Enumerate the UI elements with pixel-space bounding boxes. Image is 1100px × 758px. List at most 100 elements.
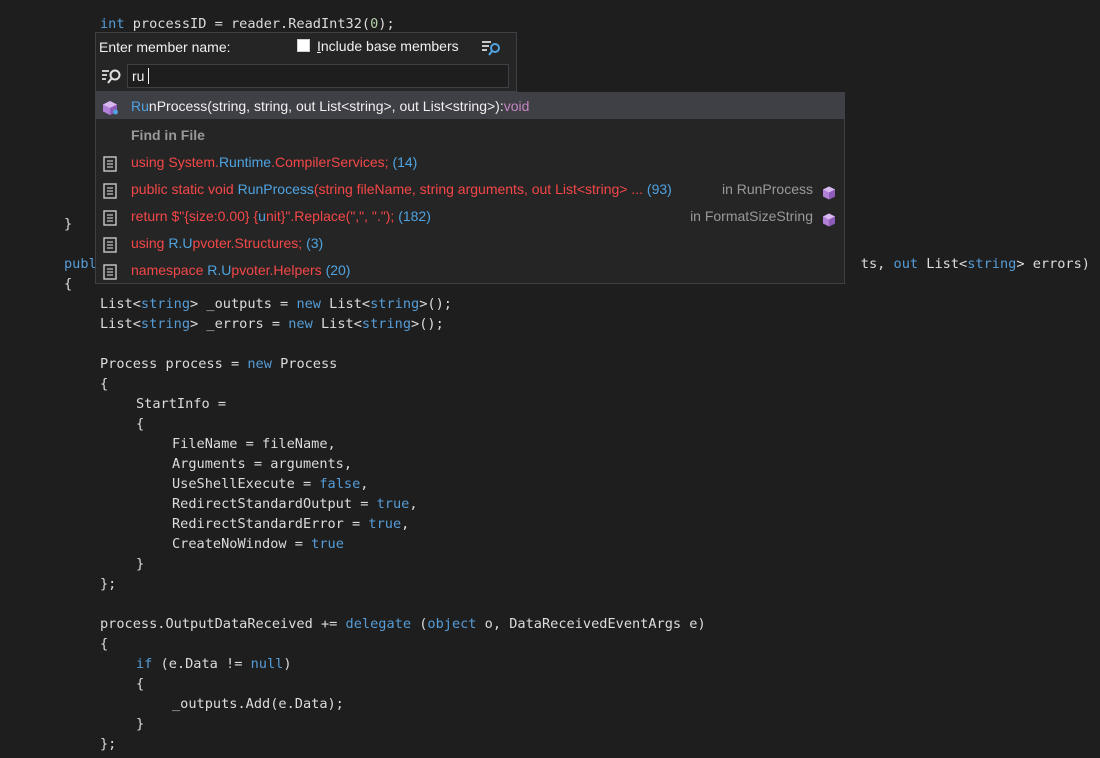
member-search-input[interactable] [127, 64, 509, 88]
code-token: (e.Data != [152, 656, 251, 672]
code-line: FileName = fileName, [172, 434, 336, 454]
result-file-line[interactable]: public static void RunProcess(string fil… [96, 176, 844, 202]
code-line: List<string> _errors = new List<string>(… [100, 314, 444, 334]
code-line: publ [64, 254, 97, 274]
result-line-text: using R.Upvoter.Structures; (3) [131, 230, 323, 256]
code-token: }; [100, 736, 117, 752]
text-caret [148, 68, 149, 84]
result-text-part: nit}".Replace(",", "."); [265, 208, 395, 224]
code-line: List<string> _outputs = new List<string>… [100, 294, 452, 314]
document-icon [102, 262, 120, 288]
code-token: string [370, 296, 420, 312]
code-token: out [893, 256, 919, 272]
code-token: } [136, 716, 145, 732]
code-token: FileName = fileName, [172, 436, 336, 452]
result-text-part: R.U [168, 235, 193, 251]
code-token: true [311, 536, 344, 552]
code-token: >(); [411, 316, 444, 332]
code-token: } [64, 216, 73, 232]
include-base-members-label[interactable]: Include base members [317, 38, 459, 54]
result-text-part: return $"{size:0.00} { [131, 208, 259, 224]
code-token: ts, [860, 256, 894, 272]
code-token: RedirectStandardOutput = [172, 496, 377, 512]
code-token: Process process = [100, 356, 248, 372]
result-file-line[interactable]: using System.Runtime.CompilerServices; (… [96, 149, 844, 175]
code-token: object [427, 616, 477, 632]
result-text-part: Runtime [218, 154, 272, 170]
member-name-rest: nProcess [148, 98, 208, 114]
result-member-text: RunProcess(string, string, out List<stri… [131, 93, 529, 119]
code-token: o, DataReceivedEventArgs e) [476, 616, 706, 632]
result-text-part: (93) [643, 181, 672, 197]
find-in-file-header: Find in File [131, 127, 205, 143]
code-token: false [319, 476, 361, 492]
code-token: { [136, 676, 145, 692]
code-line: StartInfo = [136, 394, 226, 414]
code-line: { [100, 374, 108, 394]
code-token: true [376, 496, 410, 512]
code-token: null [250, 656, 284, 672]
result-line-text: using System.Runtime.CompilerServices; (… [131, 149, 417, 175]
member-signature: (string, string, out List<string>, out L… [207, 98, 504, 114]
filter-options-icon[interactable] [481, 38, 503, 61]
code-token: }; [100, 576, 117, 592]
code-line: { [64, 274, 72, 294]
code-token: > _errors = [190, 316, 289, 332]
code-token: > errors) [1016, 256, 1090, 272]
code-token: List< [321, 296, 371, 312]
code-token: } [136, 556, 145, 572]
result-text-part: (20) [321, 262, 351, 278]
code-token: string [140, 316, 191, 332]
code-token: if [136, 656, 153, 672]
result-text-part: R.U [207, 262, 232, 278]
code-line: CreateNoWindow = true [172, 534, 344, 554]
code-token: Arguments = arguments, [172, 456, 353, 472]
code-token: List< [312, 316, 362, 332]
method-icon [102, 98, 120, 124]
code-token: List< [100, 316, 141, 332]
search-results-list: RunProcess(string, string, out List<stri… [95, 92, 845, 284]
include-base-members-checkbox[interactable] [297, 39, 310, 52]
code-line: int processID = reader.ReadInt32(0); [100, 14, 395, 34]
code-token: CreateNoWindow = [172, 536, 312, 552]
result-file-line[interactable]: namespace R.Upvoter.Helpers (20) [96, 257, 844, 283]
result-text-part: (string fileName, string arguments, out … [313, 181, 644, 197]
code-token: ); [378, 16, 395, 32]
code-token: List< [100, 296, 141, 312]
result-text-part: pvoter.Structures; [192, 235, 303, 251]
result-file-line[interactable]: using R.Upvoter.Structures; (3) [96, 230, 844, 256]
code-line: ts, out List<string> errors) [861, 254, 1090, 274]
result-text-part: public static void [131, 181, 238, 197]
result-member-runprocess[interactable]: RunProcess(string, string, out List<stri… [96, 93, 844, 119]
code-token: { [64, 276, 73, 292]
result-text-part: pvoter.Helpers [231, 262, 322, 278]
code-token: , [360, 476, 369, 492]
result-line-text: public static void RunProcess(string fil… [131, 176, 672, 202]
code-line: Process process = new Process [100, 354, 337, 374]
code-token: > _outputs = [190, 296, 297, 312]
code-token: string [140, 296, 191, 312]
code-token: Process [271, 356, 338, 372]
code-token: delegate [345, 616, 412, 632]
code-token: new [247, 356, 272, 372]
code-token: RedirectStandardError = [172, 516, 369, 532]
code-token: ) [283, 656, 292, 672]
match-highlight: Ru [131, 98, 149, 114]
code-line: UseShellExecute = false, [172, 474, 368, 494]
code-line: } [136, 554, 144, 574]
result-file-line[interactable]: return $"{size:0.00} {unit}".Replace(","… [96, 203, 844, 229]
member-name-label: Enter member name: [99, 39, 231, 55]
include-base-members-text: nclude base members [320, 38, 459, 54]
result-text-part: .CompilerServices; [271, 154, 389, 170]
code-token: process.OutputDataReceived += [100, 616, 346, 632]
code-token: { [136, 416, 145, 432]
code-token: , [409, 496, 418, 512]
code-token: int [100, 16, 125, 32]
code-line: _outputs.Add(e.Data); [172, 694, 344, 714]
result-text-part: namespace [131, 262, 208, 278]
code-line: process.OutputDataReceived += delegate (… [100, 614, 706, 634]
member-search-popup: Enter member name: Include base members [95, 32, 517, 92]
result-text-part: RunProcess [237, 181, 314, 197]
code-token: string [967, 256, 1017, 272]
code-token: UseShellExecute = [172, 476, 320, 492]
